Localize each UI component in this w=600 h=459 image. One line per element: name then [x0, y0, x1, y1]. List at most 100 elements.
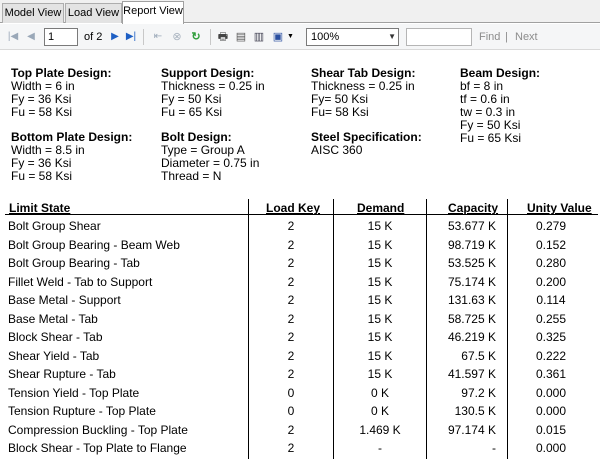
previous-page-icon[interactable]: ◀ — [24, 29, 38, 45]
unity-value-cell: 0.280 — [535, 256, 567, 270]
header-underline — [5, 214, 598, 215]
demand-cell: 15 K — [367, 348, 393, 363]
toolbar-separator — [143, 29, 144, 45]
print-icon[interactable]: 🖶 — [215, 29, 231, 45]
table-row: Base Metal - Support 2 15 K 131.63 K 0.114 — [0, 291, 600, 309]
bolt-design: Bolt Design: Type = Group A Diameter = 0… — [161, 131, 259, 183]
table-row: Bolt Group Bearing - Tab 2 15 K 53.525 K 0.2… — [0, 254, 600, 272]
table-row: Bolt Group Bearing - Beam Web 2 15 K 98.719… — [0, 236, 600, 254]
capacity-cell: 46.219 K — [447, 330, 496, 344]
zoom-select[interactable]: 100% ▼ — [306, 28, 399, 46]
table-row: Tension Yield - Top Plate 0 0 K 97.2 K 0.000 — [0, 384, 600, 402]
page-number-input[interactable]: 1 — [44, 28, 78, 46]
load-key-cell: 2 — [287, 256, 295, 270]
section-line: Fu = 58 Ksi — [11, 105, 73, 119]
next-page-icon[interactable]: ▶ — [108, 29, 122, 45]
find-input[interactable] — [406, 28, 472, 46]
zoom-value: 100% — [311, 31, 340, 43]
load-key-cell: 2 — [287, 274, 295, 289]
demand-cell: 15 K — [367, 367, 393, 381]
tab-report-view[interactable]: Report View — [122, 1, 184, 24]
table-row: Shear Rupture - Tab 2 15 K 41.597 K 0.361 — [0, 365, 600, 383]
demand-cell: 0 K — [370, 404, 389, 418]
find-link[interactable]: Find — [479, 28, 500, 46]
unity-value-cell: 0.114 — [536, 293, 566, 307]
toolbar-separator — [210, 29, 211, 45]
demand-cell: 15 K — [367, 293, 393, 307]
page-count-label: of 2 — [84, 31, 103, 43]
header-limit-state: Limit State — [9, 201, 71, 215]
load-key-cell: 2 — [287, 311, 295, 326]
table-row: Base Metal - Tab 2 15 K 58.725 K 0.255 — [0, 310, 600, 328]
unity-value-cell: 0.000 — [535, 441, 567, 455]
shear-tab-design: Shear Tab Design: Thickness = 0.25 in Fy… — [311, 67, 415, 119]
limit-state-cell: Shear Yield - Tab — [8, 348, 100, 363]
demand-cell: 15 K — [367, 237, 393, 252]
table-row: Bolt Group Shear 2 15 K 53.677 K 0.279 — [0, 217, 600, 235]
beam-design: Beam Design: bf = 8 in tf = 0.6 in tw = … — [460, 67, 540, 145]
load-key-cell: 2 — [287, 219, 295, 233]
view-tab-bar: Model View Load View Report View — [0, 0, 600, 24]
back-icon[interactable]: ⇤ — [151, 29, 165, 45]
load-key-cell: 2 — [287, 348, 295, 363]
table-row: Block Shear - Top Plate to Flange 2 - - 0.00… — [0, 439, 600, 457]
limit-state-cell: Bolt Group Shear — [8, 219, 101, 233]
unity-value-cell: 0.200 — [535, 274, 567, 289]
table-row: Tension Rupture - Top Plate 0 0 K 130.5 K 0.… — [0, 402, 600, 420]
header-capacity: Capacity — [448, 201, 499, 215]
tab-model-view[interactable]: Model View — [2, 3, 64, 23]
page-setup-icon[interactable]: ▥ — [251, 29, 267, 45]
chevron-down-icon: ▼ — [388, 32, 396, 41]
capacity-cell: 75.174 K — [447, 274, 496, 289]
unity-value-cell: 0.152 — [535, 237, 567, 252]
capacity-cell: 67.5 K — [461, 348, 496, 363]
load-key-cell: 0 — [287, 404, 295, 418]
refresh-icon[interactable]: ↻ — [188, 29, 204, 45]
report-toolbar: |◀ ◀ 1 of 2 ▶ ▶| ⇤ ⊗ ↻ 🖶 ▤ ▥ ▣ ▼ 100% ▼ … — [0, 24, 600, 50]
demand-cell: 0 K — [370, 385, 389, 400]
header-unity-value: Unity Value — [527, 201, 592, 215]
limit-state-cell: Bolt Group Bearing - Tab — [8, 256, 140, 270]
print-layout-icon[interactable]: ▤ — [233, 29, 249, 45]
section-line: Fu = 65 Ksi — [161, 105, 223, 119]
capacity-cell: 53.525 K — [447, 256, 496, 270]
bottom-plate-design: Bottom Plate Design: Width = 8.5 in Fy =… — [11, 131, 132, 183]
unity-value-cell: 0.000 — [535, 385, 567, 400]
unity-value-cell: 0.015 — [535, 422, 567, 437]
first-page-icon[interactable]: |◀ — [6, 29, 20, 45]
export-dropdown-icon[interactable]: ▼ — [287, 28, 294, 46]
table-row: Block Shear - Tab 2 15 K 46.219 K 0.325 — [0, 328, 600, 346]
table-row: Compression Buckling - Top Plate 2 1.469 K… — [0, 421, 600, 439]
unity-value-cell: 0.279 — [535, 219, 567, 233]
load-key-cell: 2 — [287, 422, 295, 437]
demand-cell: 15 K — [367, 330, 393, 344]
export-icon[interactable]: ▣ — [270, 29, 286, 45]
stop-icon[interactable]: ⊗ — [169, 29, 185, 45]
limit-state-cell: Block Shear - Tab — [8, 330, 103, 344]
limit-state-cell: Block Shear - Top Plate to Flange — [8, 441, 187, 455]
unity-value-cell: 0.000 — [535, 404, 567, 418]
limit-state-cell: Base Metal - Tab — [8, 311, 98, 326]
unity-value-cell: 0.222 — [535, 348, 567, 363]
steel-specification: Steel Specification: AISC 360 — [311, 131, 422, 157]
table-row: Fillet Weld - Tab to Support 2 15 K 75.174 … — [0, 273, 600, 291]
load-key-cell: 2 — [287, 367, 295, 381]
demand-cell: 15 K — [367, 311, 393, 326]
demand-cell: 15 K — [367, 274, 393, 289]
capacity-cell: 97.174 K — [447, 422, 496, 437]
capacity-cell: 53.677 K — [447, 219, 496, 233]
capacity-cell: 41.597 K — [447, 367, 496, 381]
load-key-cell: 2 — [287, 441, 295, 455]
demand-cell: - — [378, 441, 382, 455]
capacity-cell: 131.63 K — [447, 293, 496, 307]
top-plate-design: Top Plate Design: Width = 6 in Fy = 36 K… — [11, 67, 111, 119]
capacity-cell: 97.2 K — [461, 385, 496, 400]
limit-state-cell: Fillet Weld - Tab to Support — [8, 274, 153, 289]
limit-state-cell: Tension Yield - Top Plate — [8, 385, 140, 400]
demand-cell: 1.469 K — [359, 422, 401, 437]
tab-load-view[interactable]: Load View — [65, 3, 122, 23]
limit-state-cell: Shear Rupture - Tab — [8, 367, 116, 381]
next-link[interactable]: Next — [515, 28, 538, 46]
last-page-icon[interactable]: ▶| — [124, 29, 138, 45]
capacity-cell: - — [492, 441, 496, 455]
